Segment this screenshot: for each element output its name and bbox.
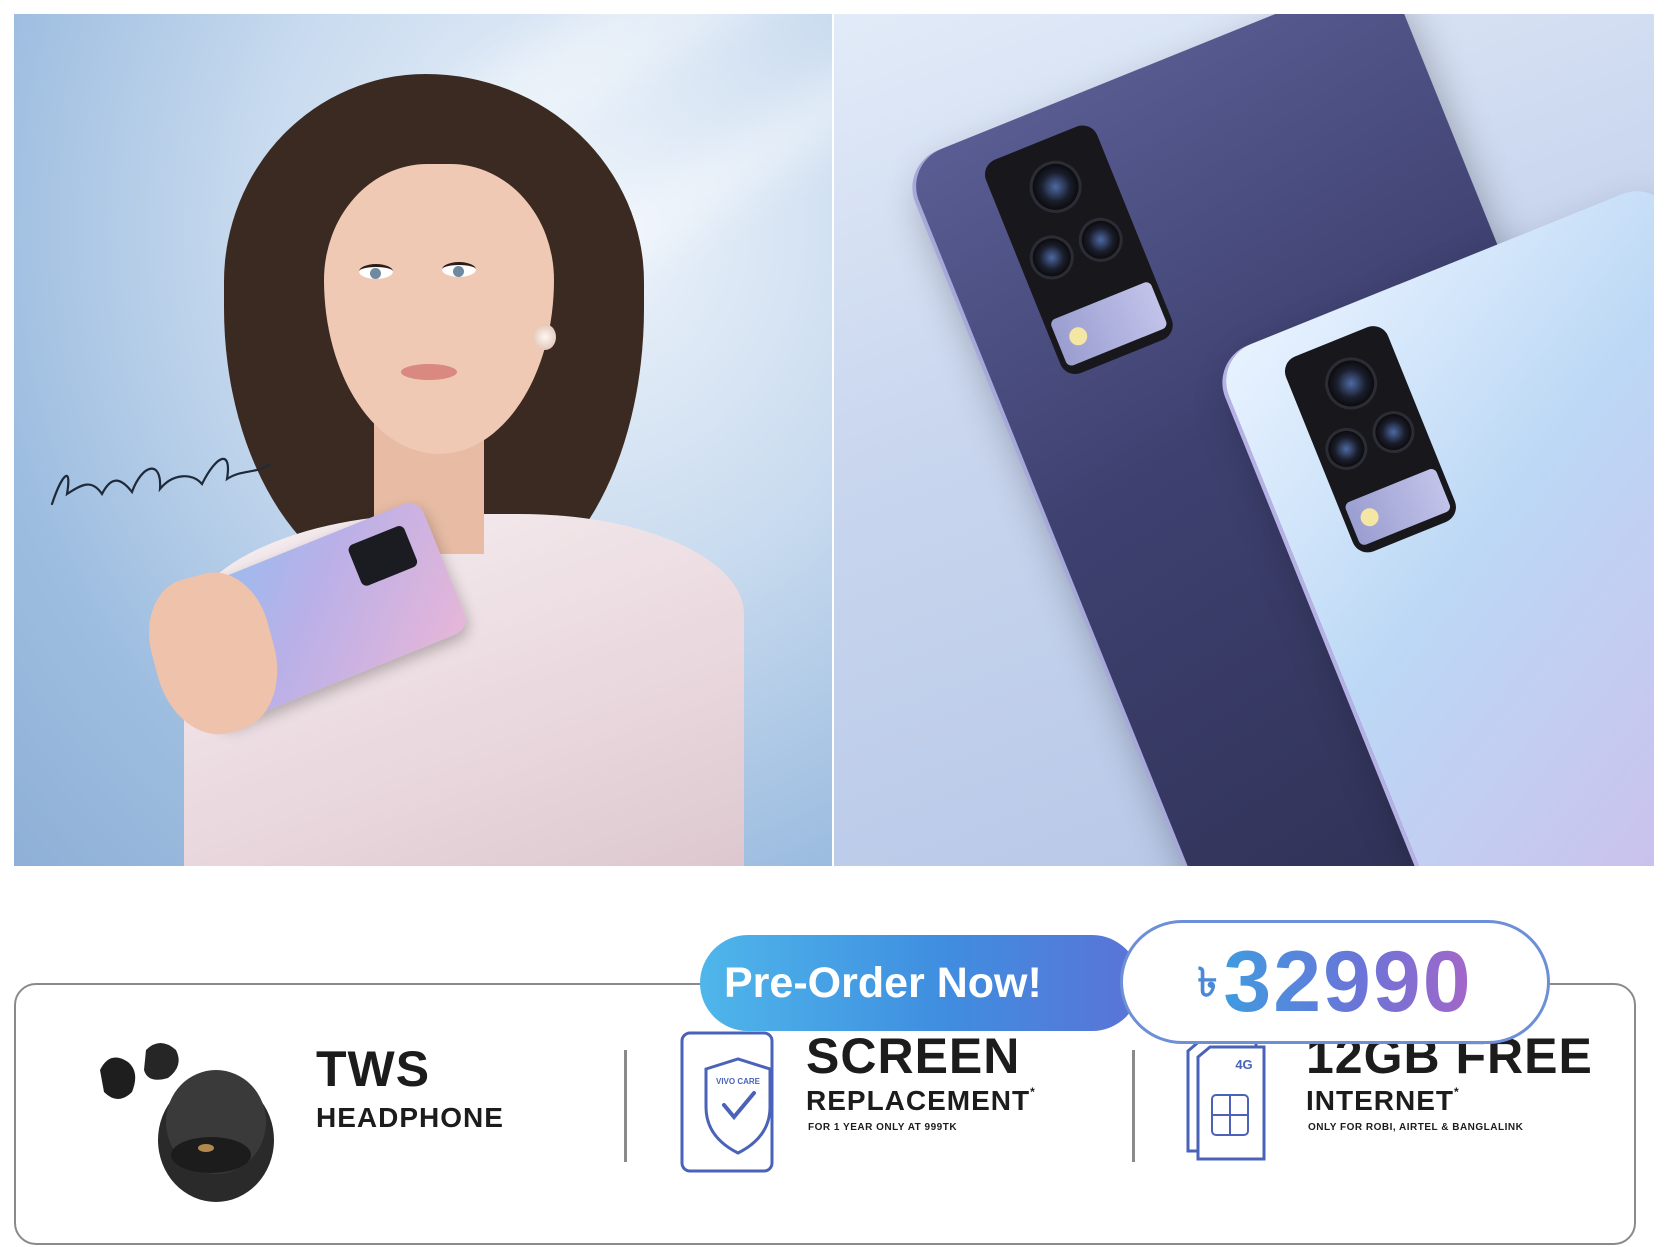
earbuds-icon bbox=[100, 1043, 274, 1202]
model-eye bbox=[442, 262, 476, 277]
divider bbox=[624, 1050, 627, 1162]
offer-subtitle-headphone: HEADPHONE bbox=[316, 1102, 504, 1133]
offer-title-screen: SCREEN bbox=[806, 1028, 1021, 1084]
sim-card-icon: 4G bbox=[1186, 1037, 1266, 1161]
offer-note-screen: FOR 1 YEAR ONLY AT 999TK bbox=[808, 1122, 958, 1133]
camera-module bbox=[980, 120, 1178, 379]
asterisk: * bbox=[1454, 1085, 1460, 1099]
divider bbox=[1132, 1050, 1135, 1162]
earring bbox=[534, 324, 556, 350]
product-photo-panel bbox=[834, 14, 1654, 866]
price-value: 32990 bbox=[1223, 933, 1473, 1030]
model-eye bbox=[359, 264, 393, 279]
preorder-button[interactable]: Pre-Order Now! bbox=[700, 935, 1140, 1031]
vivo-care-shield-icon: VIVO CARE bbox=[680, 1031, 774, 1173]
camera-module bbox=[346, 524, 419, 588]
vivo-care-badge-text: VIVO CARE bbox=[716, 1077, 761, 1086]
camera-lens bbox=[1319, 421, 1374, 477]
camera-lens bbox=[1072, 211, 1130, 269]
currency-symbol: ৳ bbox=[1197, 960, 1218, 1005]
price-badge: ৳ 32990 bbox=[1120, 920, 1550, 1044]
model-lips bbox=[401, 364, 457, 380]
preorder-label: Pre-Order Now! bbox=[724, 959, 1042, 1007]
offer-title-tws: TWS bbox=[316, 1041, 431, 1097]
model-photo-panel bbox=[14, 14, 832, 866]
offer-subtitle-replacement: REPLACEMENT bbox=[806, 1085, 1031, 1116]
camera-module bbox=[1280, 321, 1461, 558]
signature bbox=[50, 457, 272, 506]
sim-4g-label: 4G bbox=[1235, 1057, 1252, 1072]
camera-plate bbox=[1049, 280, 1169, 368]
offer-subtitle-internet: INTERNET bbox=[1306, 1085, 1454, 1116]
asterisk: * bbox=[1030, 1085, 1036, 1099]
camera-lens bbox=[1366, 404, 1421, 460]
camera-lens bbox=[1021, 153, 1090, 221]
camera-lens bbox=[1317, 349, 1385, 418]
camera-lens bbox=[1023, 228, 1081, 287]
offer-note-internet: ONLY FOR ROBI, AIRTEL & BANGLALINK bbox=[1308, 1122, 1524, 1133]
camera-plate bbox=[1343, 467, 1452, 547]
